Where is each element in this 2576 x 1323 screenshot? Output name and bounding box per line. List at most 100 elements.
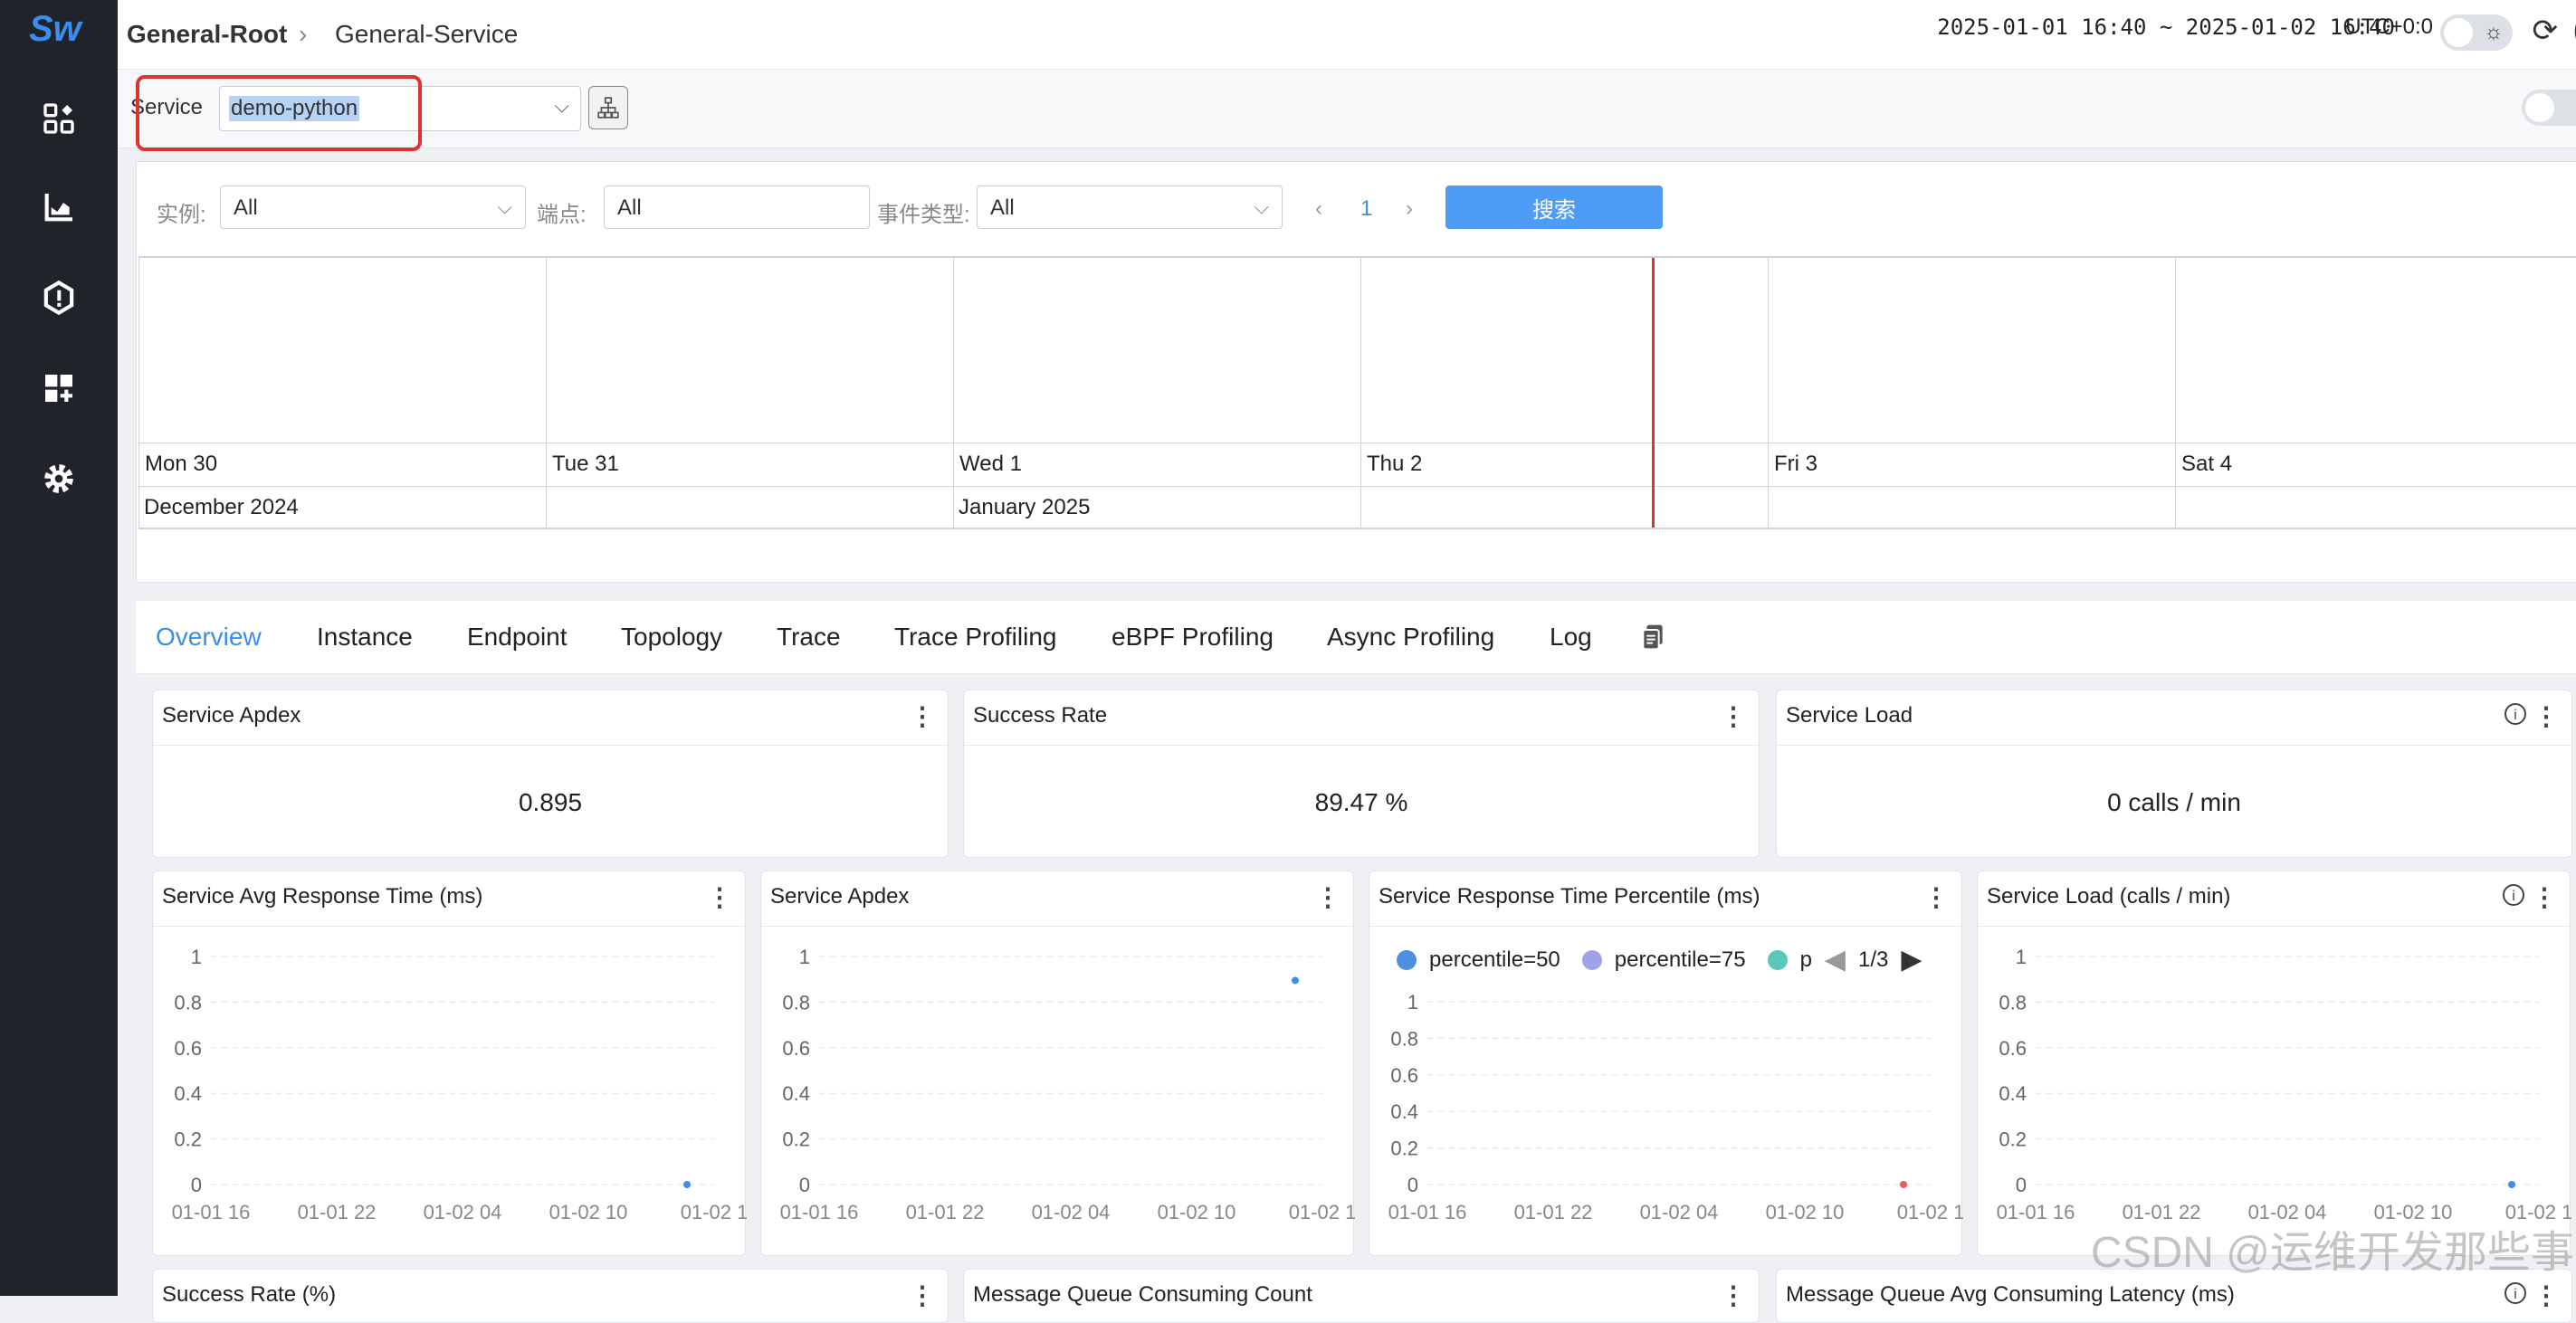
y-tick-label: 0.8 bbox=[174, 991, 202, 1014]
view-toggle[interactable] bbox=[2522, 90, 2576, 126]
more-vertical-icon[interactable]: ⋮ bbox=[1721, 701, 1746, 731]
card-title: Service Avg Response Time (ms) bbox=[162, 884, 483, 909]
top-header: General-Root › General-Service 2025-01-0… bbox=[118, 0, 2576, 70]
data-point[interactable] bbox=[1900, 1181, 1907, 1188]
more-vertical-icon[interactable]: ⋮ bbox=[2533, 701, 2559, 731]
x-tick-label: 01-01 22 bbox=[1514, 1201, 1593, 1223]
info-icon[interactable]: i bbox=[2503, 884, 2524, 906]
x-tick-label: 01-02 10 bbox=[1766, 1201, 1845, 1223]
alarm-icon[interactable] bbox=[38, 277, 80, 319]
tab-trace[interactable]: Trace bbox=[777, 623, 841, 652]
sidebar: Sw bbox=[0, 0, 118, 1296]
toggle-knob bbox=[2444, 18, 2473, 47]
timezone-label[interactable]: UTC+0:0 bbox=[2345, 14, 2433, 40]
y-tick-label: 0.4 bbox=[174, 1082, 202, 1105]
event-type-select[interactable]: All ⌵ bbox=[977, 186, 1283, 229]
more-vertical-icon[interactable]: ⋮ bbox=[1315, 882, 1340, 912]
y-tick-label: 0.4 bbox=[782, 1082, 810, 1105]
topology-button[interactable] bbox=[588, 86, 628, 129]
info-icon[interactable]: i bbox=[2504, 703, 2526, 725]
timeline-day-column: Sat 4 bbox=[2175, 258, 2576, 528]
breadcrumb-root[interactable]: General-Root bbox=[127, 20, 287, 49]
card-divider bbox=[153, 745, 948, 746]
tab-topology[interactable]: Topology bbox=[621, 623, 722, 652]
settings-gear-icon[interactable] bbox=[38, 458, 80, 500]
watermark: CSDN @运维开发那些事 bbox=[2090, 1229, 2574, 1277]
tab-async-profiling[interactable]: Async Profiling bbox=[1327, 623, 1494, 652]
more-vertical-icon[interactable]: ⋮ bbox=[707, 882, 732, 912]
info-icon[interactable]: i bbox=[2504, 1282, 2526, 1304]
x-tick-label: 01-02 1 bbox=[1897, 1201, 1963, 1223]
skywalking-logo[interactable]: Sw bbox=[29, 9, 81, 50]
timeline-month-label: January 2025 bbox=[959, 495, 1091, 519]
tab-endpoint[interactable]: Endpoint bbox=[467, 623, 568, 652]
y-tick-label: 0.8 bbox=[1999, 991, 2027, 1014]
chart-card: Service Response Time Percentile (ms) ⋮ … bbox=[1369, 871, 1963, 1257]
chart-icon[interactable] bbox=[38, 186, 80, 228]
more-vertical-icon[interactable]: ⋮ bbox=[2532, 882, 2557, 912]
y-tick-label: 1 bbox=[2016, 946, 2027, 968]
data-point[interactable] bbox=[1292, 976, 1299, 985]
add-dashboard-icon[interactable] bbox=[38, 367, 80, 409]
search-button[interactable]: 搜索 bbox=[1445, 186, 1663, 229]
chart-plot[interactable]: 10.80.60.40.2001-01 16 01-01 22 01-02 04 01… bbox=[1369, 926, 1963, 1257]
more-vertical-icon[interactable]: ⋮ bbox=[910, 701, 935, 731]
tab-bar: Overview Instance Endpoint Topology Trac… bbox=[136, 601, 2576, 674]
tab-instance[interactable]: Instance bbox=[317, 623, 413, 652]
timeline-day-column: Tue 31 bbox=[546, 258, 954, 528]
theme-toggle[interactable]: ☼ bbox=[2440, 14, 2513, 51]
time-range-picker[interactable]: 2025-01-01 16:40 ~ 2025-01-02 16:40 bbox=[1937, 14, 2395, 40]
chart-plot[interactable]: 10.80.60.40.2001-01 16 01-01 22 01-02 04 01… bbox=[761, 926, 1355, 1257]
chart-card: Service Load (calls / min) i ⋮ 1 0.8 0.6 0.… bbox=[1977, 871, 2571, 1256]
card-title: Service Response Time Percentile (ms) bbox=[1379, 884, 1760, 909]
next-page-icon[interactable]: › bbox=[1406, 196, 1413, 222]
y-tick-label: 0.2 bbox=[1390, 1137, 1418, 1160]
x-tick-label: 01-01 16 bbox=[172, 1201, 251, 1223]
x-tick-label: 01-01 16 bbox=[1997, 1201, 2075, 1223]
y-tick-label: 0 bbox=[2016, 1174, 2027, 1196]
instance-select[interactable]: All ⌵ bbox=[220, 186, 526, 229]
y-tick-label: 0.6 bbox=[782, 1037, 810, 1060]
copy-icon[interactable] bbox=[1638, 621, 1667, 658]
x-tick-label: 01-01 16 bbox=[1388, 1201, 1467, 1223]
chevron-down-icon: ⌵ bbox=[1254, 195, 1269, 218]
y-tick-label: 0.4 bbox=[1999, 1082, 2027, 1105]
x-tick-label: 01-02 04 bbox=[1032, 1201, 1111, 1223]
endpoint-input[interactable]: All bbox=[604, 186, 870, 229]
data-point[interactable] bbox=[683, 1181, 691, 1188]
annotation-highlight-box bbox=[136, 75, 422, 151]
prev-page-icon[interactable]: ‹ bbox=[1315, 196, 1322, 222]
current-page[interactable]: 1 bbox=[1360, 196, 1372, 222]
y-tick-label: 0.6 bbox=[174, 1037, 202, 1060]
timeline-day-column: Fri 3 bbox=[1768, 258, 2176, 528]
card-title: Service Apdex bbox=[162, 703, 301, 728]
tab-log[interactable]: Log bbox=[1550, 623, 1592, 652]
x-tick-label: 01-02 04 bbox=[1640, 1201, 1719, 1223]
dashboard-icon[interactable] bbox=[38, 98, 80, 139]
tab-overview[interactable]: Overview bbox=[156, 623, 262, 652]
timeline-current-time-marker bbox=[1652, 258, 1655, 528]
timeline-day-label: Tue 31 bbox=[552, 452, 619, 476]
timeline-day-label: Mon 30 bbox=[145, 452, 218, 476]
metric-card: Service Apdex ⋮ 0.895 bbox=[152, 690, 949, 858]
y-tick-label: 1 bbox=[191, 946, 202, 968]
x-tick-label: 01-02 10 bbox=[549, 1201, 628, 1223]
data-point[interactable] bbox=[2508, 1181, 2515, 1188]
chart-plot[interactable]: 10.80.60.40.2001-01 16 01-01 22 01-02 04 01… bbox=[1978, 926, 2571, 1257]
breadcrumb-current[interactable]: General-Service bbox=[335, 20, 518, 49]
event-timeline[interactable]: Mon 30 Tue 31 Wed 1 Thu 2 Fri 3 Sat 4 De… bbox=[138, 256, 2576, 529]
y-tick-label: 0 bbox=[1407, 1174, 1418, 1196]
chart-card: Service Avg Response Time (ms) ⋮ 1 0.8 0.6… bbox=[152, 871, 747, 1257]
card-value: 0.895 bbox=[518, 788, 583, 816]
y-tick-label: 0 bbox=[799, 1174, 810, 1196]
tab-ebpf-profiling[interactable]: eBPF Profiling bbox=[1111, 623, 1274, 652]
tab-trace-profiling[interactable]: Trace Profiling bbox=[894, 623, 1056, 652]
timeline-day-label: Wed 1 bbox=[959, 452, 1022, 476]
reload-icon[interactable]: ⟳ bbox=[2533, 13, 2559, 49]
card-title: Service Load bbox=[1786, 703, 1913, 728]
chart-plot[interactable]: 10.80.60.40.2001-01 16 01-01 22 01-02 04 01… bbox=[153, 926, 747, 1257]
more-vertical-icon[interactable]: ⋮ bbox=[1923, 882, 1949, 912]
card-title: Message Queue Avg Consuming Latency (ms) bbox=[1786, 1282, 2235, 1307]
timeline-day-column: Thu 2 bbox=[1360, 258, 1769, 528]
metric-card: Message Queue Consuming Count ⋮ bbox=[963, 1269, 1760, 1323]
